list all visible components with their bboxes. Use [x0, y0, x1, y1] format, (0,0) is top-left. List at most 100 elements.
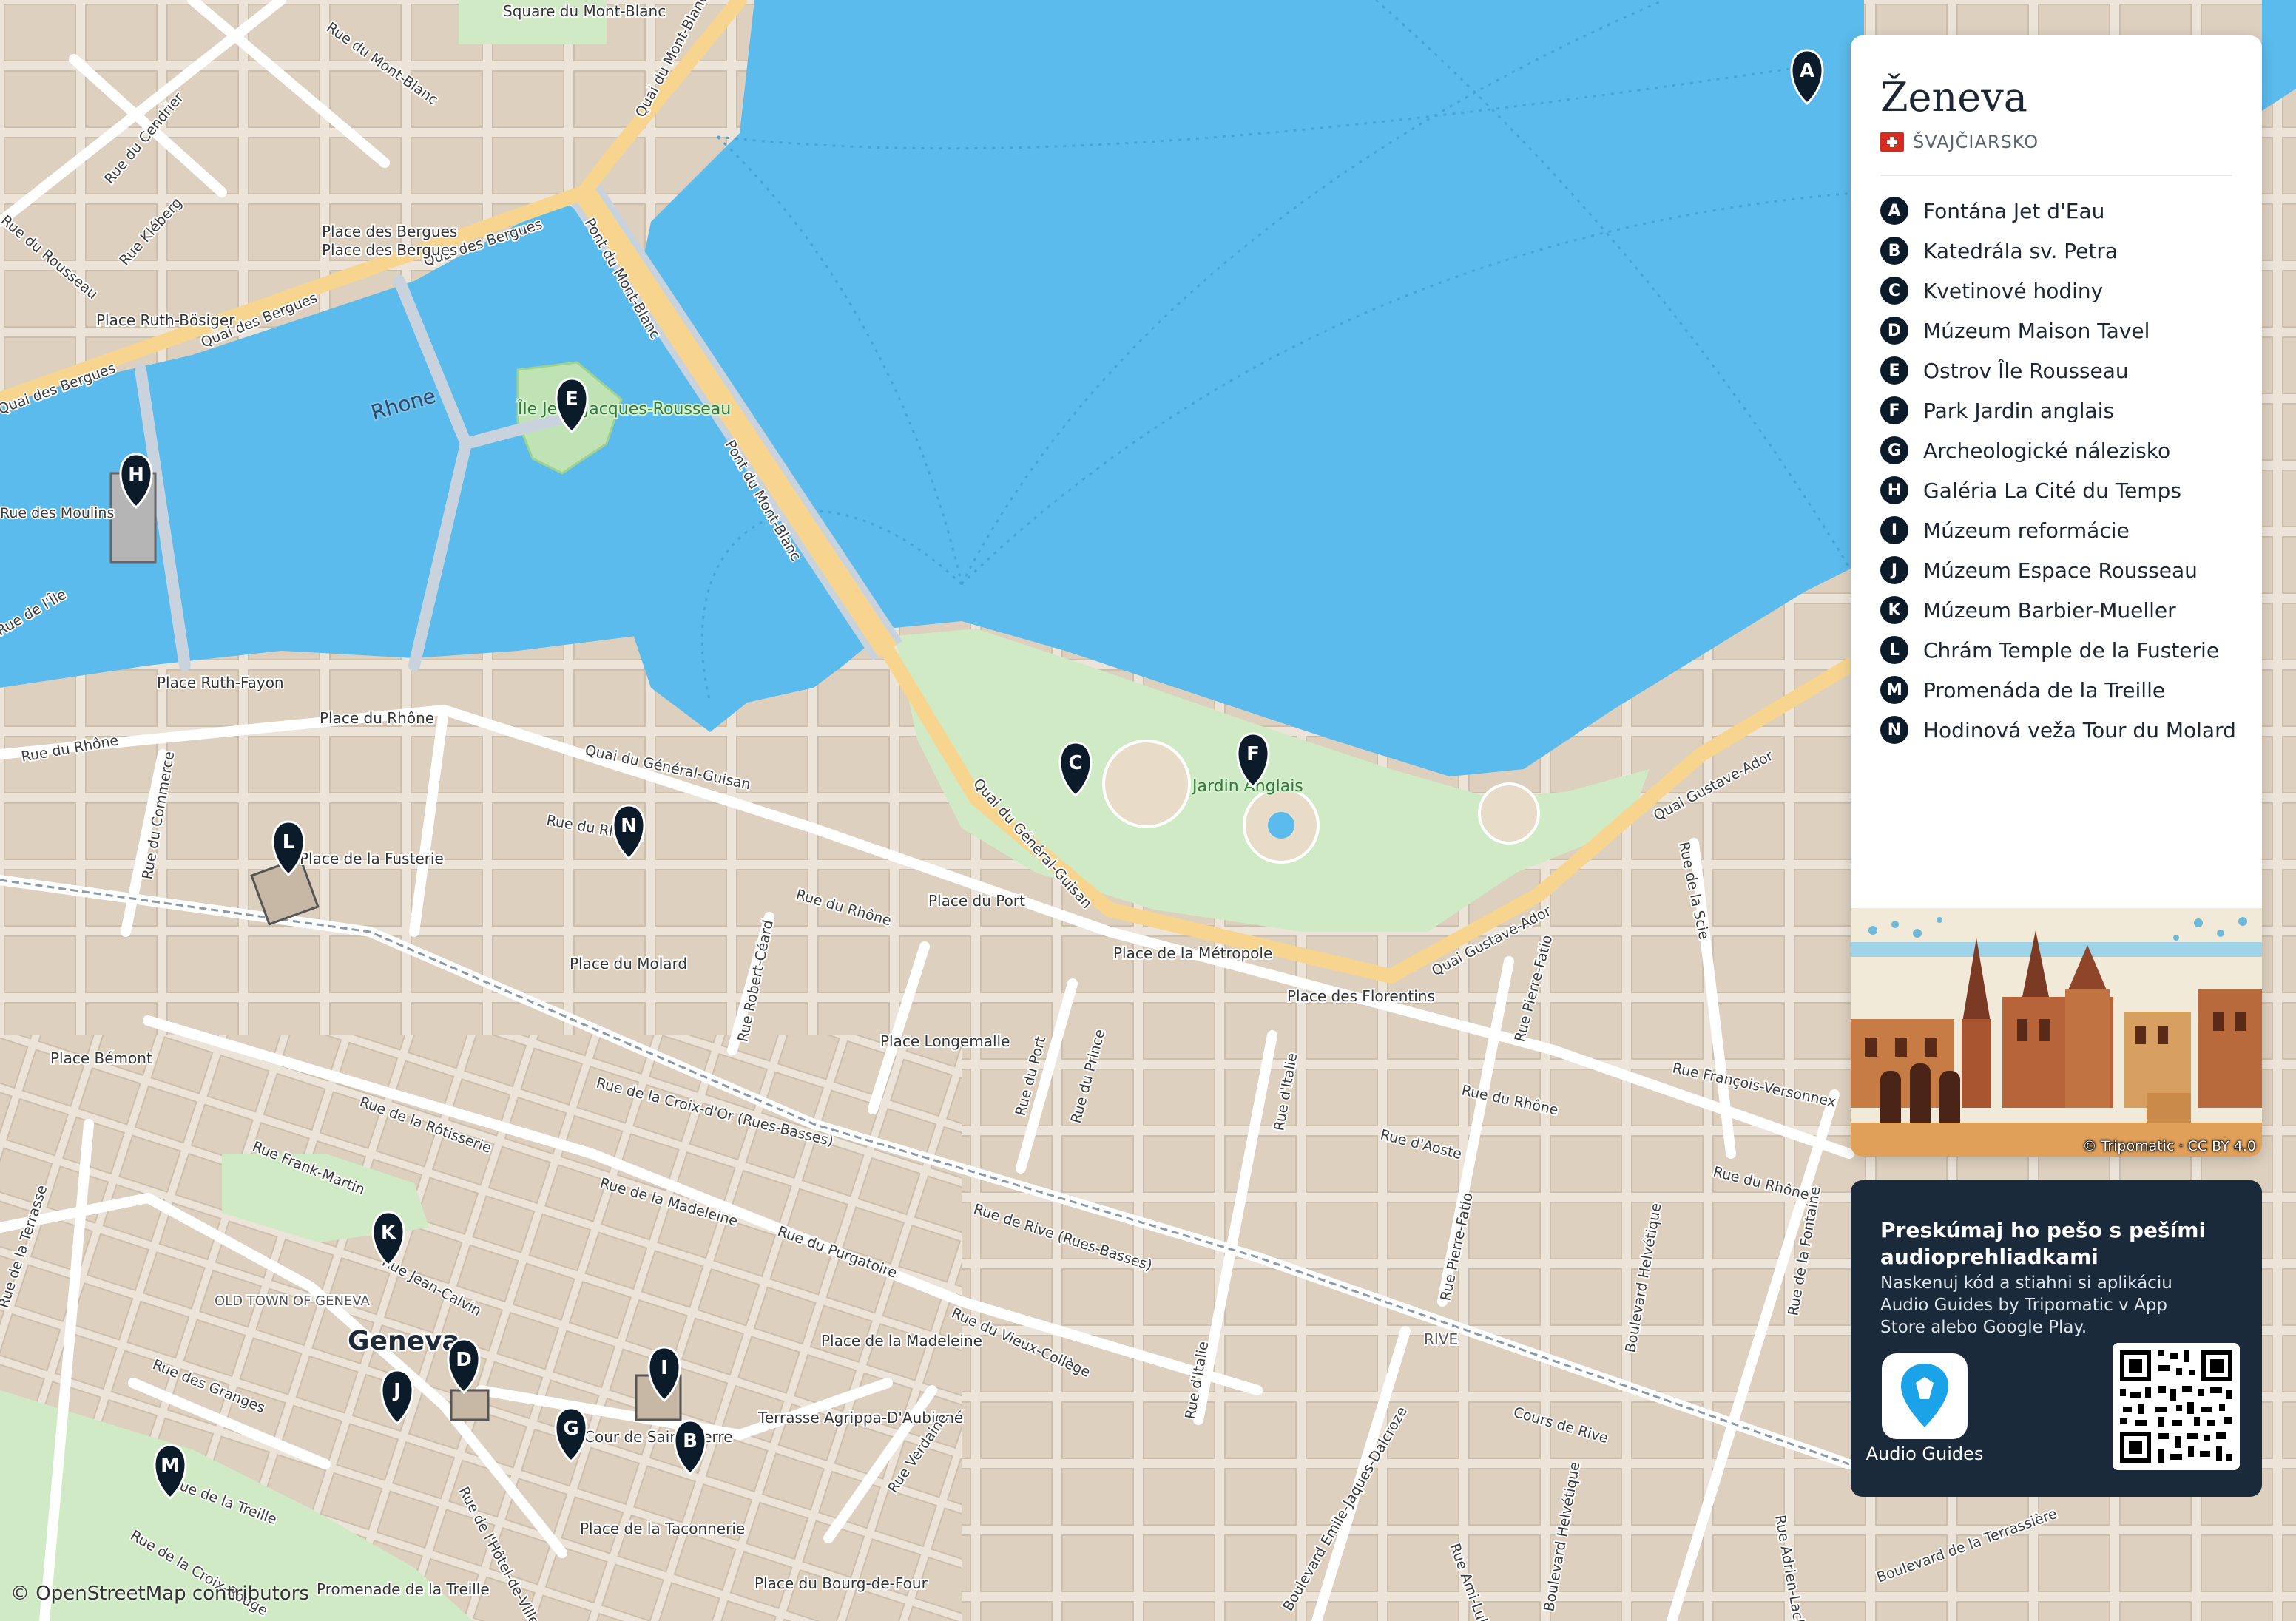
poi-item-a[interactable]: A Fontána Jet d'Eau — [1880, 191, 2236, 231]
pin-letter: J — [392, 1380, 401, 1402]
place-label: Cour de Saint-Pierre — [584, 1428, 733, 1446]
pin-letter: F — [1246, 743, 1260, 765]
poi-item-d[interactable]: D Múzeum Maison Tavel — [1880, 311, 2236, 351]
audio-guide-promo: Preskúmaj ho pešo s pešími audioprehliad… — [1851, 1180, 2262, 1497]
city-illustration: © Tripomatic · CC BY 4.0 — [1851, 908, 2262, 1157]
promo-heading: Preskúmaj ho pešo s pešími audioprehliad… — [1880, 1218, 2206, 1269]
panel-divider — [1880, 175, 2232, 176]
place-label: Place des Bergues — [322, 223, 457, 240]
pin-letter: N — [621, 815, 637, 837]
poi-item-k[interactable]: K Múzeum Barbier-Mueller — [1880, 590, 2236, 630]
place-label: Place du Port — [928, 892, 1025, 910]
poi-name: Múzeum reformácie — [1923, 518, 2130, 543]
pin-letter: L — [283, 831, 295, 853]
poi-item-m[interactable]: M Promenáda de la Treille — [1880, 670, 2236, 710]
poi-item-l[interactable]: L Chrám Temple de la Fusterie — [1880, 630, 2236, 670]
pin-letter: K — [381, 1222, 396, 1244]
poi-item-c[interactable]: C Kvetinové hodiny — [1880, 271, 2236, 311]
quay-roundabout — [1478, 782, 1540, 845]
poi-name: Chrám Temple de la Fusterie — [1923, 637, 2220, 663]
poi-name: Promenáda de la Treille — [1923, 677, 2166, 703]
street-label: Rue des Moulins — [0, 505, 114, 521]
place-label: Place Bémont — [50, 1049, 152, 1067]
pin-letter: C — [1068, 752, 1082, 774]
poi-item-b[interactable]: B Katedrála sv. Petra — [1880, 231, 2236, 271]
poi-item-g[interactable]: G Archeologické nálezisko — [1880, 430, 2236, 470]
place-label: Place du Rhône — [320, 709, 434, 727]
place-label: Promenade de la Treille — [317, 1580, 490, 1598]
place-label: Square du Mont-Blanc — [503, 2, 666, 20]
poi-item-h[interactable]: H Galéria La Cité du Temps — [1880, 470, 2236, 510]
poi-name: Galéria La Cité du Temps — [1923, 478, 2181, 503]
city-label: Geneva — [348, 1326, 460, 1356]
promo-body: Naskenuj kód a stiahni si aplikáciu Audi… — [1880, 1273, 2172, 1337]
pin-letter: A — [1800, 60, 1814, 82]
poi-name: Fontána Jet d'Eau — [1923, 198, 2105, 223]
country-name: ŠVAJČIARSKO — [1913, 132, 2039, 152]
poi-name: Múzeum Maison Tavel — [1923, 318, 2150, 343]
audio-guides-pin-icon[interactable] — [1882, 1353, 1968, 1439]
poi-name: Archeologické nálezisko — [1923, 438, 2171, 463]
swiss-flag-icon — [1880, 132, 1904, 152]
poi-badge: J — [1880, 556, 1908, 584]
park-label: Île Jean-Jacques-Rousseau — [517, 399, 731, 419]
poi-item-j[interactable]: J Múzeum Espace Rousseau — [1880, 550, 2236, 590]
city-info-panel: Ženeva ŠVAJČIARSKO A Fontána Jet d'Eau BK… — [1851, 35, 2262, 1157]
poi-name: Hodinová veža Tour du Molard — [1923, 717, 2236, 742]
place-label: Place de la Taconnerie — [580, 1520, 745, 1537]
poi-name: Múzeum Barbier-Mueller — [1923, 598, 2176, 623]
poi-item-f[interactable]: F Park Jardin anglais — [1880, 390, 2236, 430]
pin-letter: I — [661, 1357, 668, 1379]
poi-name: Ostrov Île Rousseau — [1923, 358, 2129, 383]
poi-name: Park Jardin anglais — [1923, 398, 2115, 423]
poi-list: A Fontána Jet d'Eau B Katedrála sv. Petra … — [1880, 191, 2236, 750]
place-label: Place de la Madeleine — [821, 1332, 982, 1350]
poi-name: Múzeum Espace Rousseau — [1923, 558, 2198, 583]
place-label: Place de la Fusterie — [300, 850, 444, 867]
place-label: Place du Bourg-de-Four — [754, 1574, 928, 1592]
illustration-credit: © Tripomatic · CC BY 4.0 — [2082, 1138, 2256, 1154]
place-label: Place Longemalle — [880, 1032, 1010, 1050]
poi-badge: L — [1880, 636, 1908, 664]
place-label: RIVE — [1424, 1330, 1458, 1348]
place-label: OLD TOWN OF GENEVA — [215, 1293, 370, 1309]
poi-badge: D — [1880, 317, 1908, 345]
place-label: Place de la Métropole — [1113, 944, 1272, 962]
poi-badge: F — [1880, 396, 1908, 424]
pin-letter: M — [161, 1455, 180, 1477]
place-label: Place du Molard — [570, 955, 687, 972]
poi-item-i[interactable]: I Múzeum reformácie — [1880, 510, 2236, 550]
poi-badge: H — [1880, 476, 1908, 504]
qr-code-icon — [2113, 1343, 2240, 1470]
pin-letter: E — [565, 388, 578, 410]
country-row: ŠVAJČIARSKO — [1880, 132, 2039, 152]
map-attribution[interactable]: © OpenStreetMap contributors — [10, 1583, 309, 1605]
poi-name: Kvetinové hodiny — [1923, 278, 2104, 303]
city-title: Ženeva — [1880, 74, 2027, 121]
place-label: Place Ruth-Bösiger — [96, 311, 235, 329]
park-circle-west — [1102, 740, 1191, 828]
poi-badge: A — [1880, 197, 1908, 225]
poi-item-e[interactable]: E Ostrov Île Rousseau — [1880, 351, 2236, 390]
poi-name: Katedrála sv. Petra — [1923, 238, 2118, 263]
building-maison-tavel — [450, 1389, 490, 1421]
app-label: Audio Guides — [1866, 1444, 1984, 1464]
lake-geneva — [592, 0, 1864, 776]
poi-badge: E — [1880, 356, 1908, 385]
place-label: Place Ruth-Fayon — [157, 674, 284, 691]
poi-badge: N — [1880, 716, 1908, 744]
park-fountain-basin — [1268, 812, 1294, 839]
pin-letter: D — [456, 1349, 472, 1371]
place-label: Place des Florentins — [1287, 987, 1435, 1005]
pin-letter: G — [563, 1418, 578, 1440]
poi-item-n[interactable]: N Hodinová veža Tour du Molard — [1880, 710, 2236, 750]
poi-badge: M — [1880, 676, 1908, 704]
poi-badge: C — [1880, 277, 1908, 305]
poi-badge: I — [1880, 516, 1908, 544]
pin-letter: B — [683, 1430, 698, 1452]
poi-badge: K — [1880, 596, 1908, 624]
place-label: Place des Bergues — [322, 241, 457, 259]
poi-badge: B — [1880, 237, 1908, 265]
pin-letter: H — [128, 464, 144, 486]
poi-badge: G — [1880, 436, 1908, 464]
